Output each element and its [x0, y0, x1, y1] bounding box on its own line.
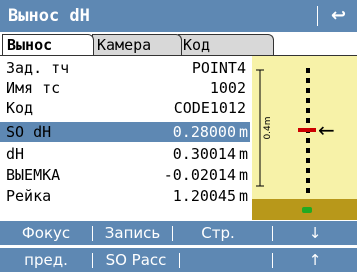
- field-value: 1.20045: [172, 187, 236, 205]
- softkey-separator: [179, 253, 180, 268]
- field-value: 0.28000: [172, 123, 236, 141]
- window-title: Вынос dH: [8, 6, 90, 26]
- instrument-icon: [302, 207, 312, 213]
- tab-label: Код: [183, 36, 211, 54]
- field-row-cut[interactable]: ВЫЕМКА -0.02014 m: [0, 165, 250, 185]
- arrow-left-icon: ←: [318, 118, 335, 142]
- softkey-bar-2: пред. SO Расс ↑: [0, 248, 357, 272]
- tab-strip: Код Камера Вынос: [0, 32, 357, 57]
- arrow-down-icon[interactable]: ↓: [273, 221, 357, 245]
- stakeout-graphic-svg: 0.4m ←: [256, 68, 335, 196]
- record-button[interactable]: Запись: [93, 221, 172, 245]
- field-row-dh[interactable]: dH 0.30014 m: [0, 144, 250, 164]
- tab-vynos[interactable]: Вынос: [2, 34, 94, 57]
- tab-label: Вынос: [7, 36, 53, 54]
- page-button[interactable]: Стр.: [173, 221, 263, 245]
- field-label: SO dH: [6, 123, 52, 141]
- tab-label: Камера: [97, 36, 152, 54]
- ground-svg: [302, 207, 312, 213]
- back-button[interactable]: ↩: [317, 0, 357, 32]
- tab-kamera[interactable]: Камера: [92, 34, 182, 55]
- softkey-bar-1: Фокус Запись Стр. ↓: [0, 221, 357, 245]
- field-label: Имя тс: [6, 79, 61, 97]
- field-label: Код: [6, 99, 34, 117]
- field-value: POINT4: [191, 59, 246, 77]
- field-row-code[interactable]: Код CODE1012: [0, 98, 250, 118]
- title-bar: Вынос dH ↩: [0, 0, 357, 33]
- field-row-target-point[interactable]: Зад. тч POINT4: [0, 58, 250, 78]
- so-distance-button[interactable]: SO Расс: [93, 248, 179, 272]
- field-unit: m: [238, 123, 248, 141]
- scale-label: 0.4m: [263, 116, 273, 139]
- field-unit: m: [238, 166, 248, 184]
- previous-button[interactable]: пред.: [0, 248, 92, 272]
- field-row-rod[interactable]: Рейка 1.20045 m: [0, 186, 250, 206]
- field-label: Рейка: [6, 187, 52, 205]
- field-value: -0.02014: [163, 166, 236, 184]
- stakeout-graphic: 0.4m ←: [252, 56, 357, 220]
- field-value: 1002: [209, 79, 246, 97]
- tab-kod[interactable]: Код: [178, 34, 274, 55]
- field-label: dH: [6, 145, 25, 163]
- field-label: Зад. тч: [6, 59, 70, 77]
- field-row-so-dh[interactable]: SO dH 0.28000 m: [0, 122, 250, 142]
- field-value: 0.30014: [172, 145, 236, 163]
- field-unit: m: [238, 187, 248, 205]
- focus-button[interactable]: Фокус: [0, 221, 92, 245]
- field-unit: m: [238, 145, 248, 163]
- field-row-station-name[interactable]: Имя тс 1002: [0, 78, 250, 98]
- ground-strip: [252, 199, 357, 220]
- title-separator: [317, 6, 318, 26]
- arrow-up-icon[interactable]: ↑: [273, 248, 357, 272]
- field-value: CODE1012: [173, 99, 246, 117]
- back-icon: ↩: [331, 5, 347, 26]
- field-label: ВЫЕМКА: [6, 166, 61, 184]
